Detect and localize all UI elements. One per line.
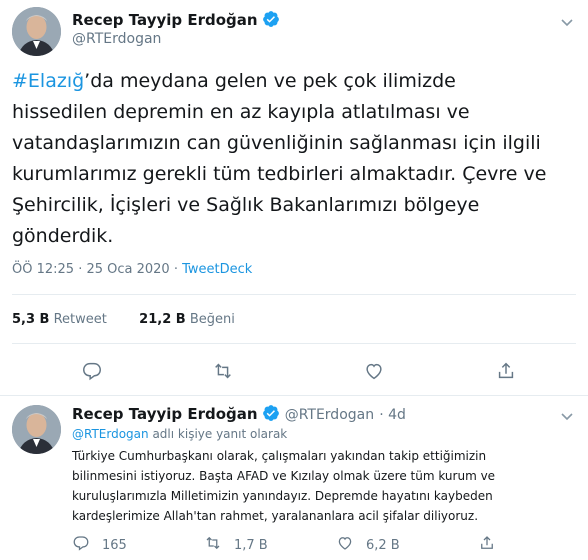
retweet-icon[interactable] <box>212 360 234 382</box>
retweet-icon[interactable] <box>204 534 222 556</box>
tweet-text-line: gönderdik. <box>12 225 114 247</box>
share-icon[interactable] <box>478 534 496 556</box>
hashtag-link[interactable]: #Elazığ <box>12 70 84 92</box>
reply-icon[interactable] <box>72 534 90 556</box>
reply-count: 165 <box>102 537 127 553</box>
reply-text-line: Türkiye Cumhurbaşkanı olarak, çalışmalar… <box>72 449 487 463</box>
reply-text-line: kardeşlerimize Allah'tan rahmet, yaralan… <box>72 509 479 523</box>
reply-time[interactable]: · 4d <box>379 407 406 423</box>
author-name[interactable]: Recep Tayyip Erdoğan <box>72 10 280 29</box>
reply-action-like[interactable]: 6,2 B <box>336 534 400 556</box>
reply-action-retweet[interactable]: 1,7 B <box>204 534 268 556</box>
divider <box>0 395 588 396</box>
reply-text-line: bilinmesini istiyoruz. Başta AFAD ve Kız… <box>72 469 496 483</box>
tweet-source-link[interactable]: TweetDeck <box>182 262 252 277</box>
chevron-down-icon[interactable] <box>559 408 575 424</box>
reply-action-reply[interactable]: 165 <box>72 534 127 556</box>
divider <box>12 343 576 344</box>
like-icon[interactable] <box>336 534 354 556</box>
tweet-text-line: #Elazığ’da meydana gelen ve pek çok ilim… <box>12 70 456 92</box>
reply-author-handle[interactable]: @RTErdogan <box>285 407 374 423</box>
share-icon[interactable] <box>495 360 517 382</box>
retweet-stat[interactable]: 5,3 B Retweet <box>12 312 107 327</box>
reply-text-line: kuruluşlarımızla Milletimizin yanındayız… <box>72 489 493 503</box>
tweet-meta: ÖÖ 12:25 · 25 Oca 2020 · TweetDeck <box>12 262 252 277</box>
reply-header: Recep Tayyip Erdoğan @RTErdogan · 4d <box>72 404 406 423</box>
tweet-text-line: kurumlarımız gerekli tüm tedbirleri alma… <box>12 163 547 185</box>
verified-badge-icon <box>262 10 280 28</box>
tweet-text: #Elazığ’da meydana gelen ve pek çok ilim… <box>12 66 572 252</box>
retweet-count: 1,7 B <box>234 537 268 553</box>
reply-icon[interactable] <box>81 360 103 382</box>
reply-tweet-text: Türkiye Cumhurbaşkanı olarak, çalışmalar… <box>72 446 572 526</box>
author-avatar[interactable] <box>12 7 61 56</box>
like-icon[interactable] <box>363 360 385 382</box>
author-name-text[interactable]: Recep Tayyip Erdoğan <box>72 11 258 29</box>
tweet-text-line: Şehircilik, İçişleri ve Sağlık Bakanları… <box>12 194 480 216</box>
divider <box>12 294 576 295</box>
tweet-text-line: vatandaşlarımızın can güvenliğinin sağla… <box>12 132 541 154</box>
author-handle[interactable]: @RTErdogan <box>72 31 161 47</box>
tweet-timestamp[interactable]: ÖÖ 12:25 · 25 Oca 2020 · <box>12 262 182 277</box>
verified-badge-icon <box>262 404 280 422</box>
tweet-stats: 5,3 B Retweet 21,2 B Beğeni <box>12 312 235 327</box>
reply-context: @RTErdogan adlı kişiye yanıt olarak <box>72 427 288 441</box>
chevron-down-icon[interactable] <box>559 14 575 30</box>
reply-to-handle-link[interactable]: @RTErdogan <box>72 427 149 441</box>
like-stat[interactable]: 21,2 B Beğeni <box>139 312 235 327</box>
like-count: 6,2 B <box>366 537 400 553</box>
tweet-text-line: hissedilen depremin en az kayıpla atlatı… <box>12 101 470 123</box>
reply-author-avatar[interactable] <box>12 405 61 454</box>
reply-author-name[interactable]: Recep Tayyip Erdoğan <box>72 405 258 423</box>
